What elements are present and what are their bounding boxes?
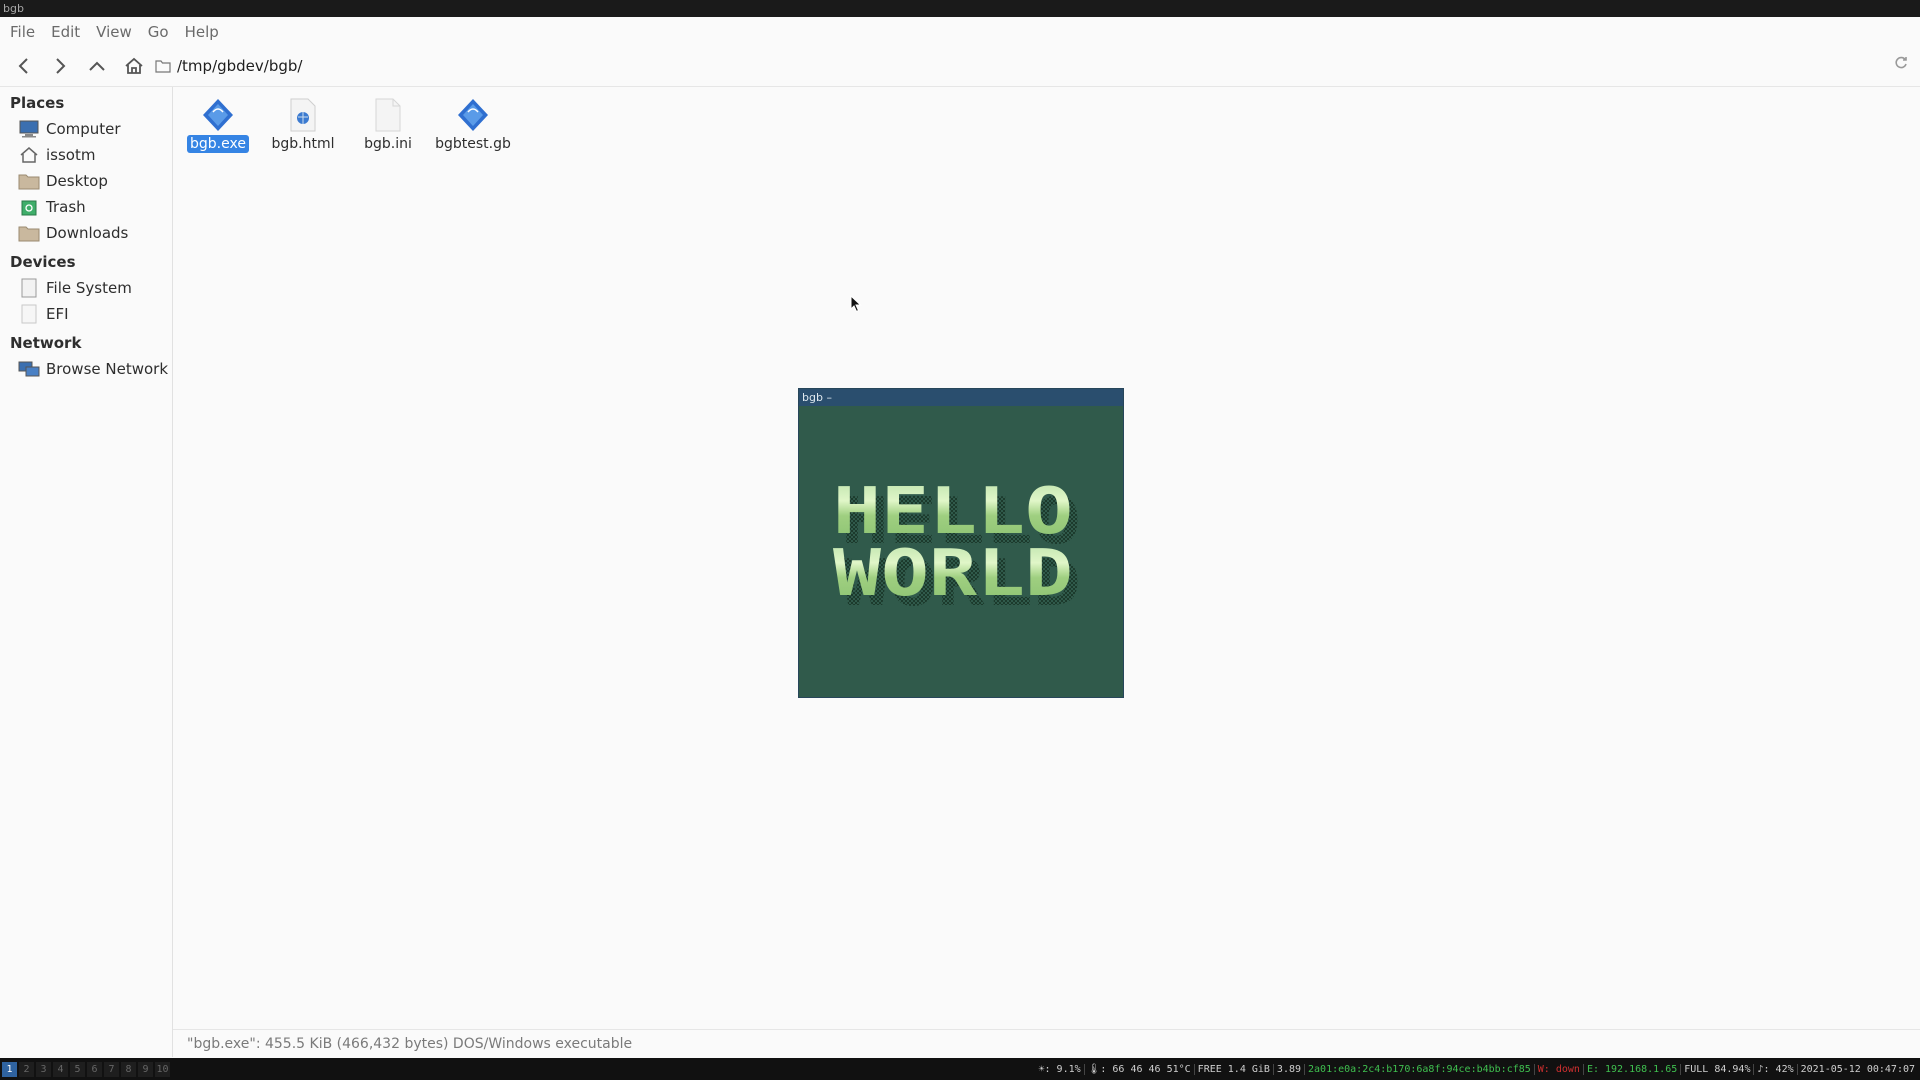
sidebar-item-issotm[interactable]: issotm [18, 143, 95, 167]
status-segment: W: down [1533, 1063, 1583, 1075]
chevron-right-icon [56, 58, 66, 74]
status-bar: "bgb.exe": 455.5 KiB (466,432 bytes) DOS… [173, 1029, 1920, 1057]
menu-edit[interactable]: Edit [51, 23, 80, 41]
status-segment: ☀: 9.1% [1038, 1063, 1081, 1075]
drive-icon [18, 278, 40, 298]
menubar: File Edit View Go Help [0, 17, 1920, 46]
mouse-cursor-icon [850, 295, 862, 313]
chevron-up-icon [89, 61, 105, 71]
workspace-list: 1 2 3 4 5 6 7 8 9 10 [0, 1061, 170, 1077]
sidebar-item-computer[interactable]: Computer [18, 117, 121, 141]
folder-icon [155, 59, 171, 73]
workspace-button[interactable]: 8 [121, 1061, 136, 1077]
sidebar-item-downloads[interactable]: Downloads [18, 221, 128, 245]
status-segment: E: 192.168.1.65 [1582, 1063, 1680, 1075]
sidebar-item-efi[interactable]: EFI [18, 302, 69, 326]
workspace-button[interactable]: 1 [2, 1061, 17, 1077]
file-name: bgb.exe [187, 135, 249, 153]
home-button[interactable] [120, 52, 148, 80]
emulator-window[interactable]: bgb – HELLO WORLD HELLO WORLD [798, 388, 1124, 698]
file-name: bgb.html [271, 136, 335, 152]
workspace-button[interactable]: 9 [138, 1061, 153, 1077]
file-item[interactable]: bgb.exe [181, 97, 255, 153]
workspace-button[interactable]: 6 [87, 1061, 102, 1077]
workspace-button[interactable]: 3 [36, 1061, 51, 1077]
workspace-button[interactable]: 2 [19, 1061, 34, 1077]
reload-button[interactable] [1894, 55, 1908, 75]
emulator-title: bgb – [799, 389, 1123, 406]
section-network: Network [10, 334, 82, 352]
executable-icon [200, 97, 236, 133]
workspace-button[interactable]: 10 [155, 1061, 170, 1077]
status-segment: FULL 84.94% [1680, 1063, 1753, 1075]
menu-go[interactable]: Go [148, 23, 169, 41]
sidebar-item-trash[interactable]: Trash [18, 195, 86, 219]
taskbar: 1 2 3 4 5 6 7 8 9 10 ☀: 9.1% 🌡: 66 46 46 51°C FREE … [0, 1058, 1920, 1080]
sidebar-item-label: Trash [46, 198, 86, 216]
location-bar[interactable]: /tmp/gbdev/bgb/ [155, 52, 1913, 80]
html-document-icon [285, 97, 321, 133]
home-icon [125, 57, 143, 74]
status-segment: 🌡: 66 46 46 51°C [1083, 1063, 1194, 1075]
emulator-screen[interactable]: HELLO WORLD HELLO WORLD [799, 406, 1123, 697]
trash-icon [18, 197, 40, 217]
file-item[interactable]: bgb.html [266, 97, 340, 153]
status-segment: 2a01:e0a:2c4:b170:6a8f:94ce:b4bb:cf85 [1304, 1063, 1534, 1075]
back-button[interactable] [10, 52, 38, 80]
home-icon [18, 145, 40, 165]
location-path: /tmp/gbdev/bgb/ [177, 57, 303, 75]
status-segment: 2021-05-12 00:47:07 [1796, 1063, 1918, 1075]
menu-file[interactable]: File [10, 23, 35, 41]
toolbar: /tmp/gbdev/bgb/ [0, 46, 1920, 87]
sidebar: Places Computer issotm Desktop Trash Dow… [0, 87, 173, 1057]
sidebar-item-file-system[interactable]: File System [18, 276, 132, 300]
sidebar-item-label: Computer [46, 120, 121, 138]
system-status: ☀: 9.1% 🌡: 66 46 46 51°C FREE 1.4 GiB 3.89 2… [1036, 1058, 1919, 1080]
sidebar-item-browse-network[interactable]: Browse Network [18, 357, 168, 381]
menu-view[interactable]: View [96, 23, 132, 41]
network-icon [18, 359, 40, 379]
menu-help[interactable]: Help [185, 23, 219, 41]
sidebar-item-label: Browse Network [46, 360, 169, 378]
workspace-button[interactable]: 4 [53, 1061, 68, 1077]
chevron-left-icon [18, 58, 28, 74]
sidebar-item-label: issotm [46, 146, 96, 164]
sidebar-item-label: EFI [46, 305, 69, 323]
up-button[interactable] [83, 52, 111, 80]
section-devices: Devices [10, 253, 76, 271]
sidebar-item-label: Desktop [46, 172, 108, 190]
section-places: Places [10, 94, 65, 112]
file-item[interactable]: bgb.ini [351, 97, 425, 153]
forward-button[interactable] [46, 52, 74, 80]
reload-icon [1895, 56, 1907, 69]
file-name: bgbtest.gb [435, 136, 511, 152]
sidebar-item-desktop[interactable]: Desktop [18, 169, 108, 193]
status-segment: 3.89 [1272, 1063, 1304, 1075]
world-text: WORLD [833, 537, 1073, 611]
status-segment: ♪: 42% [1753, 1063, 1796, 1075]
downloads-folder-icon [18, 223, 40, 243]
workspace-button[interactable]: 7 [104, 1061, 119, 1077]
workspace-button[interactable]: 5 [70, 1061, 85, 1077]
desktop-folder-icon [18, 171, 40, 191]
text-file-icon [370, 97, 406, 133]
sidebar-item-label: Downloads [46, 224, 129, 242]
file-name: bgb.ini [364, 136, 412, 152]
file-item[interactable]: bgbtest.gb [435, 97, 511, 153]
drive-icon [18, 304, 40, 324]
computer-icon [18, 119, 40, 139]
status-segment: FREE 1.4 GiB [1193, 1063, 1273, 1075]
window-title: bgb [0, 0, 1920, 17]
sidebar-item-label: File System [46, 279, 132, 297]
gameboy-rom-icon [455, 97, 491, 133]
